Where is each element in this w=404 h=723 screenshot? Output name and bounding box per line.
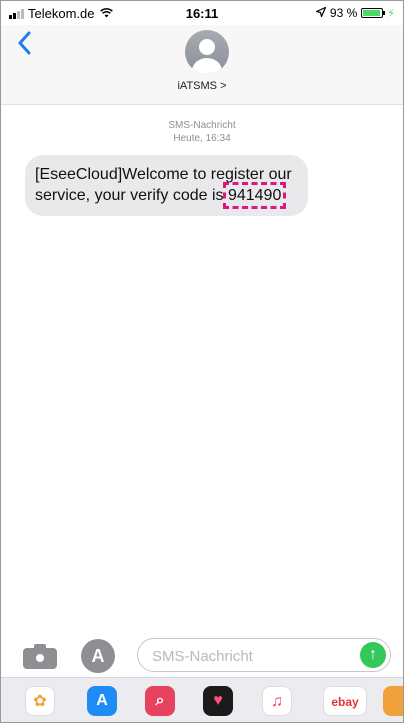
charging-bolt-icon: ⚡ bbox=[387, 7, 395, 20]
incoming-message-bubble[interactable]: [EseeCloud]Welcome to register our servi… bbox=[25, 155, 308, 216]
verification-code[interactable]: 941490 bbox=[222, 182, 287, 209]
avatar-body-shape bbox=[192, 58, 222, 74]
app-store-button[interactable]: A bbox=[81, 639, 115, 673]
location-arrow-icon bbox=[314, 5, 327, 20]
back-button[interactable] bbox=[17, 31, 31, 61]
battery-fill bbox=[363, 10, 380, 16]
music-app-icon[interactable]: ♫ bbox=[262, 686, 292, 716]
arrow-up-icon: ↑ bbox=[369, 646, 377, 663]
extra-app-icon[interactable] bbox=[383, 686, 403, 716]
contact-name: iATSMS bbox=[177, 80, 218, 92]
send-button[interactable]: ↑ bbox=[360, 642, 386, 668]
status-bar: Telekom.de 16:11 93 % ⚡ bbox=[1, 1, 403, 25]
battery-icon bbox=[361, 8, 386, 18]
battery-percentage: 93 % bbox=[329, 6, 358, 20]
status-right: 93 % ⚡ bbox=[314, 5, 395, 20]
conversation-header: iATSMS > bbox=[1, 25, 403, 105]
avatar-head-shape bbox=[199, 39, 215, 55]
message-meta: SMS-Nachricht Heute, 16:34 bbox=[1, 119, 403, 145]
search-app-icon[interactable]: ⌕ bbox=[145, 686, 175, 716]
app-store-icon[interactable]: A bbox=[87, 686, 117, 716]
message-input-bar: A ↑ bbox=[1, 635, 403, 675]
ebay-label: ebay bbox=[331, 695, 359, 709]
message-field[interactable]: ↑ bbox=[137, 638, 391, 672]
contact-avatar[interactable] bbox=[185, 30, 229, 74]
message-type-label: SMS-Nachricht bbox=[168, 120, 236, 131]
camera-button[interactable] bbox=[23, 643, 57, 669]
message-timestamp: Heute, 16:34 bbox=[173, 133, 231, 144]
message-input[interactable] bbox=[152, 646, 352, 666]
phone-screen: Telekom.de 16:11 93 % ⚡ iATSMS > SMS-Nac… bbox=[0, 0, 404, 723]
camera-lens-icon bbox=[34, 652, 46, 664]
apps-icon: A bbox=[91, 646, 105, 666]
chevron-left-icon bbox=[18, 31, 31, 55]
chevron-right-icon: > bbox=[220, 80, 227, 92]
heart-app-icon[interactable]: ♥ bbox=[203, 686, 233, 716]
imessage-app-drawer: ✿ A ⌕ ♥ ♫ ebay bbox=[1, 677, 403, 722]
ebay-app-icon[interactable]: ebay bbox=[323, 686, 367, 716]
contact-name-button[interactable]: iATSMS > bbox=[1, 80, 403, 92]
photos-app-icon[interactable]: ✿ bbox=[25, 686, 55, 716]
